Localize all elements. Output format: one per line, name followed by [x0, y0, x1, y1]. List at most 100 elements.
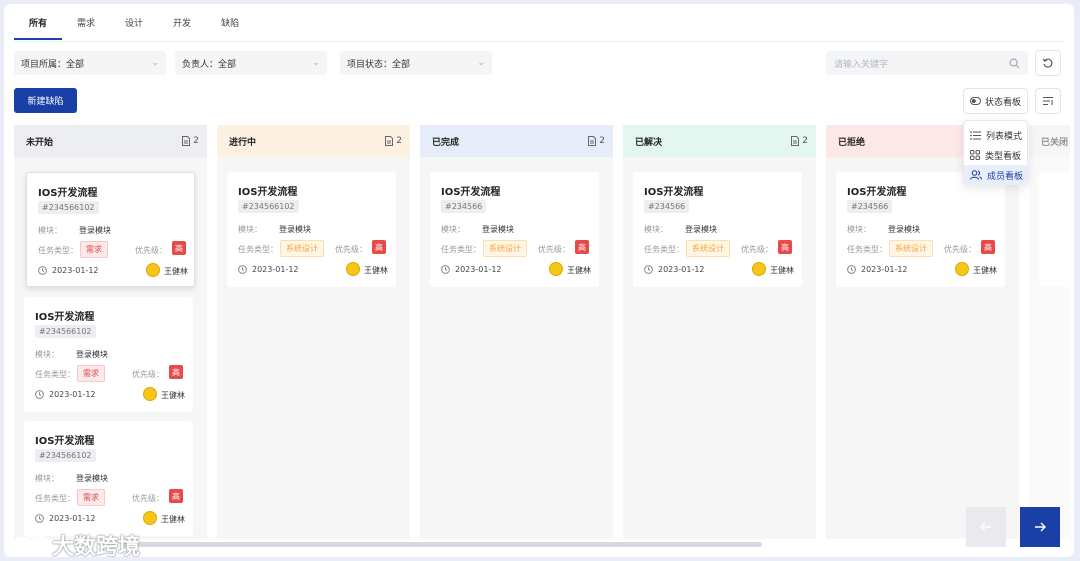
priority-badge: 高 — [169, 365, 183, 379]
date-value: 2023-01-12 — [49, 514, 96, 523]
project-filter[interactable]: 项目所属：全部 ⌄ — [14, 51, 166, 75]
type-tag: 系统设计 — [686, 240, 730, 257]
priority-badge: 高 — [981, 240, 995, 254]
view-mode-button[interactable]: 状态看板 — [963, 88, 1028, 114]
clock-icon — [35, 514, 44, 523]
tab-defects[interactable]: 缺陷 — [206, 16, 254, 40]
menu-item-list-mode[interactable]: 列表模式 — [964, 125, 1027, 145]
type-label: 任务类型： — [35, 370, 75, 379]
column-header: 已关闭 — [1029, 125, 1070, 157]
module-label: 模块： — [847, 225, 871, 234]
view-mode-label: 状态看板 — [984, 97, 1021, 108]
type-label: 任务类型： — [38, 246, 78, 255]
tab-design[interactable]: 设计 — [110, 16, 158, 40]
task-card[interactable]: IOS开发流程 #234566102 模块： 登录模块 任务类型： 需求 优先级： 高 2023… — [26, 172, 195, 287]
module-label: 模块： — [238, 225, 262, 234]
task-card-partial[interactable] — [1039, 172, 1070, 287]
task-card[interactable]: IOS开发流程 #234566 模块： 登录模块 任务类型： 系统设计 优先级： 高 2023-… — [430, 172, 599, 287]
card-title: IOS开发流程 — [38, 188, 98, 199]
card-date: 2023-01-12 — [35, 514, 96, 523]
scroll-left-button[interactable] — [966, 507, 1006, 547]
chevron-down-icon: ⌄ — [477, 58, 485, 68]
card-code: #234566 — [644, 200, 690, 213]
module-value: 登录模块 — [279, 225, 311, 234]
column-header: 未开始 2 — [14, 125, 207, 157]
column-count: 2 — [588, 136, 605, 146]
avatar — [146, 263, 160, 277]
card-title: IOS开发流程 — [35, 312, 95, 323]
type-tag: 系统设计 — [889, 240, 933, 257]
owner-filter[interactable]: 负责人：全部 ⌄ — [175, 51, 327, 75]
avatar — [752, 262, 766, 276]
clock-icon — [38, 266, 47, 275]
date-value: 2023-01-12 — [658, 265, 705, 274]
column-title: 已解决 — [635, 137, 663, 148]
sort-icon — [1043, 97, 1053, 105]
task-card[interactable]: IOS开发流程 #234566 模块： 登录模块 任务类型： 系统设计 优先级： 高 2023-… — [836, 172, 1005, 287]
toggle-icon — [969, 97, 981, 105]
card-date: 2023-01-12 — [441, 265, 502, 274]
horizontal-scrollbar[interactable] — [122, 542, 762, 547]
menu-item-member-board[interactable]: 成员看板 — [964, 165, 1027, 185]
column-count-value: 2 — [396, 136, 402, 146]
search-icon — [1009, 58, 1020, 68]
date-value: 2023-01-12 — [52, 266, 99, 275]
search-placeholder: 请输入关键字 — [834, 59, 889, 70]
type-tag: 需求 — [77, 365, 105, 382]
module-value: 登录模块 — [888, 225, 920, 234]
avatar — [955, 262, 969, 276]
type-label: 任务类型： — [847, 245, 887, 254]
type-tag: 系统设计 — [280, 240, 324, 257]
module-value: 登录模块 — [685, 225, 717, 234]
task-card[interactable]: IOS开发流程 #234566 模块： 登录模块 任务类型： 系统设计 优先级： 高 2023-… — [633, 172, 802, 287]
status-filter[interactable]: 项目状态：全部 ⌄ — [340, 51, 492, 75]
priority-label: 优先级： — [132, 370, 164, 379]
owner-name: 王健林 — [567, 266, 591, 275]
card-date: 2023-01-12 — [35, 390, 96, 399]
priority-label: 优先级： — [538, 245, 570, 254]
priority-label: 优先级： — [944, 245, 976, 254]
arrow-left-icon — [980, 522, 991, 532]
module-value: 登录模块 — [76, 350, 108, 359]
project-filter-value: 项目所属：全部 — [21, 59, 85, 70]
new-defect-button[interactable]: 新建缺陷 — [14, 88, 77, 113]
document-icon — [791, 136, 800, 146]
tab-requirements[interactable]: 需求 — [62, 16, 110, 40]
column-completed: 已完成 2 IOS开发流程 #234566 模块： 登录模块 任务类型： 系统设计 优先级：… — [420, 125, 613, 539]
card-title: IOS开发流程 — [847, 187, 907, 198]
avatar — [346, 262, 360, 276]
refresh-icon — [1042, 58, 1053, 68]
task-card[interactable]: IOS开发流程 #234566102 模块： 登录模块 任务类型： 系统设计 优先级： 高 20… — [227, 172, 396, 287]
arrow-right-icon — [1035, 522, 1046, 532]
category-tabs: 所有 需求 设计 开发 缺陷 — [14, 16, 254, 42]
card-title: IOS开发流程 — [35, 436, 95, 447]
module-label: 模块： — [35, 474, 59, 483]
column-title: 进行中 — [229, 137, 257, 148]
sort-button[interactable] — [1035, 88, 1061, 114]
type-label: 任务类型： — [35, 494, 75, 503]
column-count: 2 — [791, 136, 808, 146]
task-card[interactable]: IOS开发流程 #234566102 模块： 登录模块 任务类型： 需求 优先级： 高 2023… — [24, 421, 193, 536]
module-value: 登录模块 — [76, 474, 108, 483]
chevron-down-icon: ⌄ — [312, 58, 320, 68]
tab-development[interactable]: 开发 — [158, 16, 206, 40]
card-date: 2023-01-12 — [644, 265, 705, 274]
priority-badge: 高 — [169, 489, 183, 503]
module-label: 模块： — [441, 225, 465, 234]
watermark-logo-icon — [12, 534, 46, 554]
card-code: #234566 — [441, 200, 487, 213]
status-filter-value: 项目状态：全部 — [347, 59, 411, 70]
scroll-right-button[interactable] — [1020, 507, 1060, 547]
type-tag: 需求 — [77, 489, 105, 506]
document-icon — [182, 136, 191, 146]
owner-filter-value: 负责人：全部 — [182, 59, 237, 70]
chevron-down-icon: ⌄ — [151, 58, 159, 68]
search-input[interactable]: 请输入关键字 — [826, 51, 1028, 75]
column-closed: 已关闭 — [1029, 125, 1070, 539]
menu-item-type-board[interactable]: 类型看板 — [964, 145, 1027, 165]
date-value: 2023-01-12 — [455, 265, 502, 274]
tab-all[interactable]: 所有 — [14, 16, 63, 40]
refresh-button[interactable] — [1035, 50, 1061, 76]
task-card[interactable]: IOS开发流程 #234566102 模块： 登录模块 任务类型： 需求 优先级： 高 2023… — [24, 297, 193, 412]
column-count: 2 — [182, 136, 199, 146]
